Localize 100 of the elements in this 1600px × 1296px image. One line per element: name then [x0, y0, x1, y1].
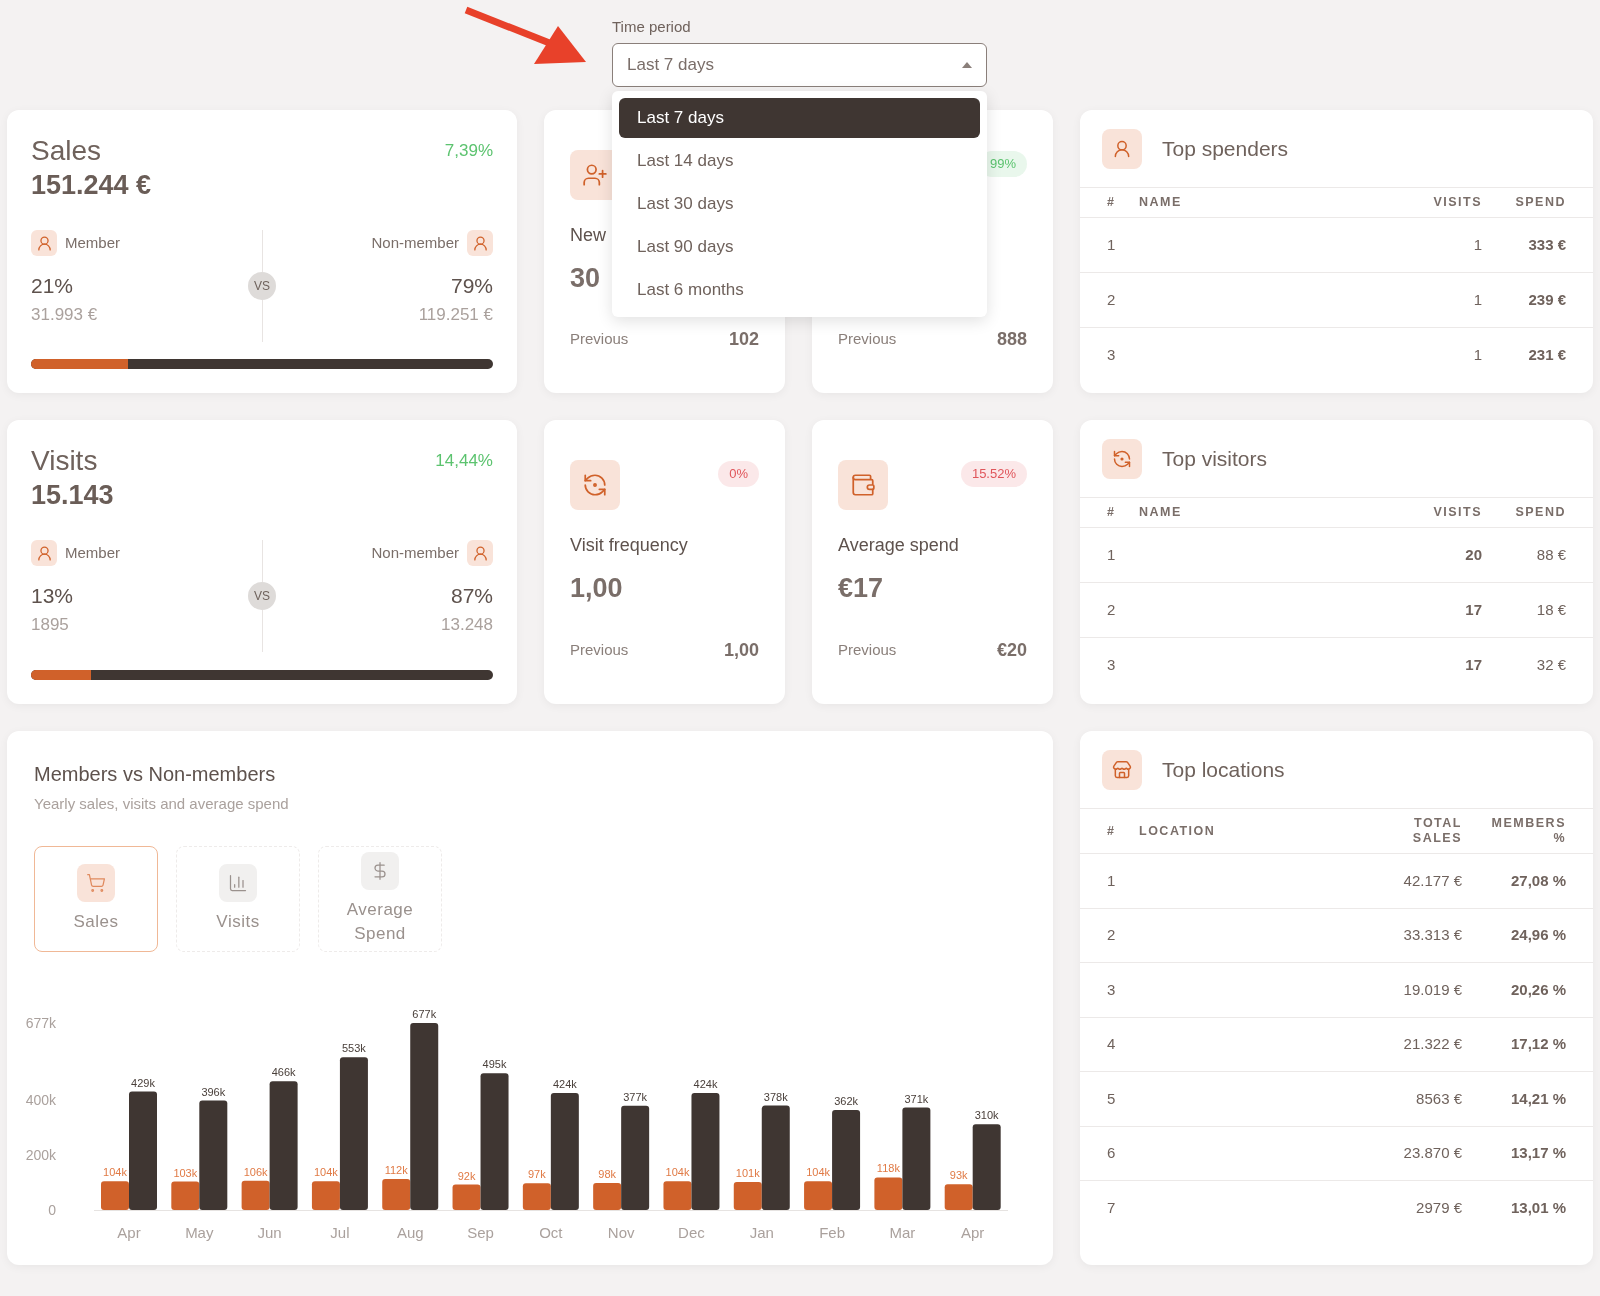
- members-cell-text: 17,12 %: [1509, 1034, 1566, 1054]
- previous-label: Previous: [838, 640, 897, 661]
- x-axis-label: Jun: [257, 1223, 282, 1241]
- member-label: Member: [65, 232, 120, 253]
- change-badge: 0%: [718, 461, 759, 487]
- cart-icon: [86, 872, 106, 893]
- bar-value-label: 429k: [131, 1076, 155, 1088]
- non-member-amount: 119.251 €: [418, 303, 493, 326]
- visits-cell-text: 17: [1464, 655, 1482, 676]
- table-title: Top locations: [1162, 756, 1285, 783]
- card-title: Visits: [31, 444, 99, 478]
- bar-value-label: 677k: [412, 1007, 437, 1020]
- table-title: Top spenders: [1162, 135, 1289, 162]
- sales-cell-text: 19.019 €: [1402, 979, 1462, 1000]
- chart-tab[interactable]: Visits: [176, 845, 300, 952]
- column-header: NAME: [1139, 194, 1183, 212]
- rank-cell-text: 3: [1107, 979, 1117, 1000]
- bar-value-label: 118k: [876, 1161, 900, 1174]
- member-share: 21%: [31, 273, 75, 299]
- x-axis-label: Dec: [678, 1223, 705, 1241]
- person-icon: [471, 234, 489, 252]
- members-cell-text: 14,21 %: [1509, 1088, 1566, 1109]
- caret-icon: [962, 61, 972, 68]
- bar-value-label: 97k: [527, 1167, 546, 1180]
- dropdown-option[interactable]: Last 90 days: [619, 226, 980, 267]
- rank-cell-text: 1: [1107, 870, 1117, 891]
- column-header: #: [1107, 194, 1117, 212]
- previous-value: €20: [996, 639, 1027, 662]
- x-axis-label: Apr: [117, 1223, 141, 1241]
- store-icon: [1112, 759, 1132, 780]
- change-percent: 14,44%: [435, 450, 493, 472]
- chart-tab[interactable]: Sales: [34, 845, 158, 952]
- change-percent: 7,39%: [444, 140, 493, 162]
- rank-cell-text: 4: [1107, 1034, 1117, 1054]
- refresh-icon: [582, 472, 608, 498]
- sales-cell-text: 2979 €: [1415, 1198, 1462, 1218]
- members-cell-text: 27,08 %: [1509, 870, 1566, 891]
- member-amount: 1895: [31, 613, 70, 636]
- y-axis-label: 200k: [25, 1146, 56, 1163]
- dropdown-option[interactable]: Last 14 days: [619, 140, 980, 181]
- rank-cell-text: 2: [1107, 289, 1117, 310]
- sales-cell-text: 42.177 €: [1402, 870, 1462, 891]
- visits-cell-text: 1: [1472, 289, 1482, 310]
- bar-value-label: 371k: [904, 1092, 929, 1104]
- bar-value-label: 104k: [103, 1165, 127, 1178]
- x-axis-label: Oct: [539, 1223, 563, 1241]
- person-icon: [35, 544, 53, 562]
- bar-value-label: 310k: [974, 1108, 999, 1121]
- bar-value-label: 103k: [173, 1166, 198, 1179]
- metric-title: Average spend: [838, 535, 959, 555]
- non-member-share: 87%: [450, 583, 493, 609]
- members-cell-text: 24,96 %: [1509, 925, 1566, 945]
- members-cell-text: 20,26 %: [1509, 979, 1566, 1000]
- bar-value-label: 93k: [949, 1168, 968, 1181]
- bar-value-label: 98k: [598, 1167, 617, 1180]
- bar-value-label: 424k: [552, 1077, 577, 1090]
- bar-value-label: 378k: [763, 1090, 788, 1103]
- previous-value: 888: [996, 328, 1027, 351]
- x-axis-label: Apr: [961, 1223, 985, 1241]
- rank-cell-text: 2: [1107, 599, 1117, 620]
- bar-value-label: 106k: [243, 1165, 268, 1178]
- dropdown-option[interactable]: Last 7 days: [619, 97, 980, 138]
- spend-cell-text: 239 €: [1527, 289, 1566, 310]
- bar-value-label: 495k: [482, 1057, 507, 1070]
- bar-value-label: 101k: [735, 1166, 760, 1179]
- spend-cell-text: 231 €: [1527, 345, 1566, 366]
- metric-title: Visit frequency: [570, 535, 688, 555]
- table-title: Top visitors: [1162, 445, 1268, 472]
- visits-cell-text: 1: [1472, 234, 1482, 255]
- bar-value-label: 553k: [342, 1041, 366, 1054]
- dropdown-option[interactable]: Last 6 months: [619, 269, 980, 310]
- previous-value: 1,00: [723, 639, 759, 662]
- field-label: Time period: [612, 17, 692, 37]
- column-header: #: [1107, 823, 1117, 839]
- bar-value-label: 104k: [665, 1165, 690, 1178]
- x-axis-label: Feb: [819, 1223, 845, 1241]
- chart-title: Members vs Non-members: [34, 762, 277, 787]
- bar-value-label: 424k: [693, 1077, 718, 1090]
- vs-badge: VS: [248, 272, 276, 300]
- x-axis-label: Mar: [889, 1223, 916, 1241]
- sales-cell-text: 21.322 €: [1402, 1034, 1462, 1054]
- time-period-select[interactable]: Last 7 days: [612, 42, 987, 87]
- spend-cell-text: 88 €: [1535, 544, 1566, 565]
- card-value: 151.244 €: [31, 169, 152, 202]
- spend-cell-text: 18 €: [1535, 599, 1566, 620]
- previous-label: Previous: [570, 329, 629, 350]
- sales-cell-text: 23.870 €: [1402, 1143, 1462, 1163]
- rank-cell-text: 3: [1107, 655, 1117, 676]
- x-axis-label: Jul: [330, 1223, 350, 1241]
- dropdown-option[interactable]: Last 30 days: [619, 183, 980, 224]
- x-axis-label: Jan: [749, 1223, 774, 1241]
- previous-label: Previous: [570, 640, 629, 661]
- bar-value-label: 377k: [623, 1090, 648, 1103]
- card-value: 15.143: [31, 479, 114, 512]
- rank-cell-text: 6: [1107, 1143, 1117, 1163]
- bar-value-label: 112k: [384, 1163, 408, 1176]
- y-axis-label: 0: [48, 1201, 56, 1218]
- bar-value-label: 362k: [834, 1094, 858, 1107]
- vs-badge: VS: [248, 582, 276, 610]
- chart-tab[interactable]: Average Spend: [318, 845, 442, 952]
